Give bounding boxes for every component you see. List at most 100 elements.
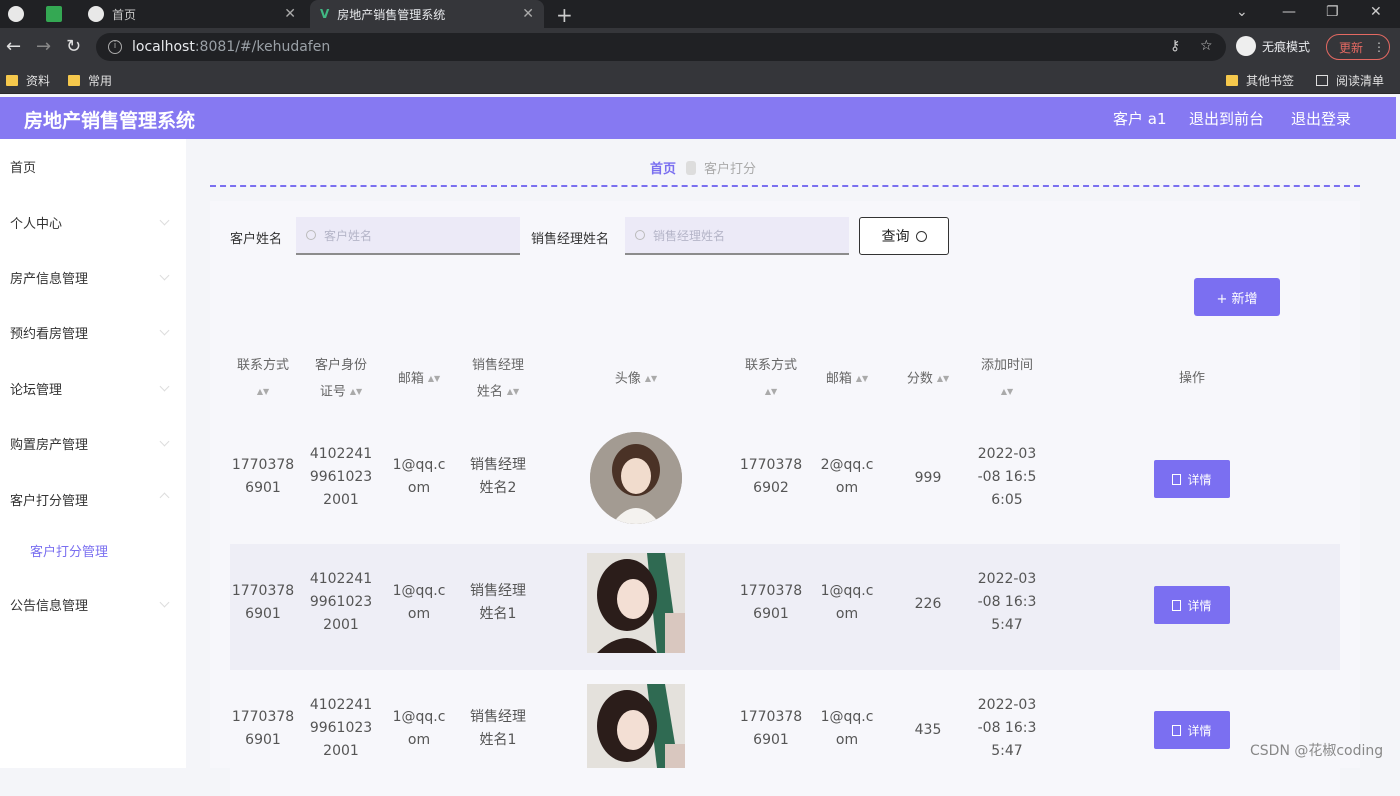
sort-icon[interactable]: ▲▼ (970, 379, 1044, 405)
new-tab-icon[interactable]: + (556, 3, 573, 27)
url-input[interactable]: i localhost :8081/#/kehudafen (96, 33, 1226, 61)
sort-icon[interactable]: ▲▼ (230, 379, 296, 405)
close-icon[interactable]: ✕ (522, 6, 534, 22)
sidebar-item-rating[interactable]: 客户打分管理 (10, 490, 88, 509)
cell-line: om (835, 480, 859, 496)
detail-button[interactable]: 详情 (1154, 460, 1230, 498)
cell-line: 6901 (753, 732, 789, 748)
header-text: 联系方式 (744, 358, 797, 373)
column-header-score[interactable]: 分数 ▲▼ (894, 366, 962, 393)
cell-line: 6902 (753, 480, 789, 496)
incognito-indicator[interactable]: 无痕模式 (1236, 36, 1310, 56)
cell-line: 4102241 (309, 446, 373, 462)
sort-icon[interactable]: ▲▼ (645, 366, 657, 392)
breadcrumb-home[interactable]: 首页 (650, 158, 676, 177)
update-button[interactable]: 更新 ⋮ (1326, 34, 1390, 60)
sort-icon[interactable]: ▲▼ (937, 366, 949, 392)
query-button[interactable]: 查询 (859, 217, 949, 255)
tab-app[interactable]: V 房地产销售管理系统 ✕ (310, 0, 544, 28)
column-header-manager[interactable]: 销售经理 姓名 ▲▼ (462, 353, 534, 406)
column-header-phone[interactable]: 联系方式 ▲▼ (230, 353, 296, 405)
chevron-down-icon (159, 325, 170, 336)
close-icon[interactable]: ✕ (284, 6, 296, 22)
sidebar-item-property[interactable]: 房产信息管理 (10, 268, 88, 287)
sort-icon[interactable]: ▲▼ (856, 366, 868, 392)
avatar-portrait-image (587, 684, 685, 768)
tab-label: 房地产销售管理系统 (337, 7, 446, 22)
cell-time: 2022-03 -08 16:3 5:47 (970, 568, 1044, 637)
detail-button[interactable]: 详情 (1154, 586, 1230, 624)
key-icon[interactable]: ⚷ (1170, 38, 1180, 54)
sidebar-item-purchase[interactable]: 购置房产管理 (10, 434, 88, 453)
star-icon[interactable]: ☆ (1200, 38, 1213, 54)
detail-button[interactable]: 详情 (1154, 711, 1230, 749)
sidebar-item-profile[interactable]: 个人中心 (10, 213, 62, 232)
manager-name-input[interactable]: 销售经理姓名 (625, 217, 849, 255)
cell-line: 1770378 (739, 457, 803, 473)
close-window-icon[interactable]: ✕ (1370, 4, 1382, 20)
cell-email2: 2@qq.c om (814, 454, 880, 500)
customer-name-label: 客户姓名 (230, 232, 283, 247)
cell-email: 1@qq.c om (386, 706, 452, 752)
forward-icon[interactable]: → (36, 36, 51, 57)
bookmark-folder[interactable]: 常用 (68, 72, 112, 89)
header-text: 姓名 (476, 384, 503, 400)
bookmark-folder[interactable]: 资料 (6, 72, 50, 89)
sidebar-item-viewing[interactable]: 预约看房管理 (10, 323, 88, 342)
bookmarks-bar: 资料 常用 其他书签 阅读清单 (0, 66, 1400, 94)
minimize-icon[interactable]: — (1282, 4, 1296, 20)
column-header-email[interactable]: 邮箱 ▲▼ (386, 366, 452, 393)
update-label: 更新 (1339, 40, 1364, 55)
column-header-phone2[interactable]: 联系方式 ▲▼ (738, 353, 804, 405)
cell-line: 5:47 (991, 617, 1023, 633)
sort-icon[interactable]: ▲▼ (507, 379, 519, 405)
sidebar-item-home[interactable]: 首页 (10, 157, 36, 176)
reload-icon[interactable]: ↻ (66, 36, 81, 57)
cell-line: om (407, 606, 431, 622)
chevron-down-icon (159, 215, 170, 226)
sort-icon[interactable]: ▲▼ (350, 379, 362, 405)
more-icon: ⋮ (1373, 40, 1386, 54)
cell-line: 1770378 (739, 709, 803, 725)
sort-icon[interactable]: ▲▼ (738, 379, 804, 405)
back-to-front-link[interactable]: 退出到前台 (1189, 108, 1264, 129)
info-icon[interactable]: i (108, 40, 122, 54)
back-icon[interactable]: ← (6, 36, 21, 57)
document-icon (1172, 473, 1182, 485)
cell-line: 2001 (323, 617, 359, 633)
cell-phone: 1770378 6901 (230, 706, 296, 752)
sort-icon[interactable]: ▲▼ (428, 366, 440, 392)
cell-line: 销售经理 (470, 457, 526, 473)
column-header-id-card[interactable]: 客户身份 证号 ▲▼ (306, 353, 376, 406)
restore-icon[interactable]: ❐ (1326, 4, 1339, 20)
sidebar-item-notice[interactable]: 公告信息管理 (10, 595, 88, 614)
tab-home[interactable]: 首页 ✕ (80, 0, 306, 28)
header-text: 操作 (1178, 371, 1205, 386)
cell-score: 435 (914, 722, 942, 738)
cell-line: 1@qq.c (820, 709, 874, 725)
cell-time: 2022-03 -08 16:5 6:05 (970, 443, 1044, 512)
reading-list[interactable]: 阅读清单 (1316, 72, 1384, 89)
tab-search-icon[interactable]: ⌄ (1236, 4, 1248, 20)
tab-pinned[interactable] (8, 0, 32, 28)
logout-link[interactable]: 退出登录 (1291, 108, 1351, 129)
column-header-email2[interactable]: 邮箱 ▲▼ (814, 366, 880, 393)
reading-list-icon (1316, 75, 1328, 86)
bookmark-label: 其他书签 (1246, 74, 1295, 88)
tab-pinned-sheet[interactable] (46, 0, 70, 28)
bookmark-other[interactable]: 其他书签 (1226, 72, 1294, 89)
sidebar-subitem-rating[interactable]: 客户打分管理 (30, 541, 108, 560)
header-text: 邮箱 (825, 371, 852, 387)
column-header-actions: 操作 (1154, 366, 1230, 392)
customer-name-input[interactable]: 客户姓名 (296, 217, 520, 255)
cell-score: 999 (914, 470, 942, 486)
column-header-avatar[interactable]: 头像 ▲▼ (586, 366, 686, 393)
cell-line: 姓名2 (479, 480, 517, 496)
sidebar-item-forum[interactable]: 论坛管理 (10, 379, 62, 398)
add-button[interactable]: + 新增 (1194, 278, 1280, 316)
cell-line: 1770378 (231, 583, 295, 599)
header-text: 客户身份 (314, 358, 367, 373)
tab-label: 首页 (112, 7, 137, 22)
cell-line: 2001 (323, 492, 359, 508)
column-header-time[interactable]: 添加时间 ▲▼ (970, 353, 1044, 405)
